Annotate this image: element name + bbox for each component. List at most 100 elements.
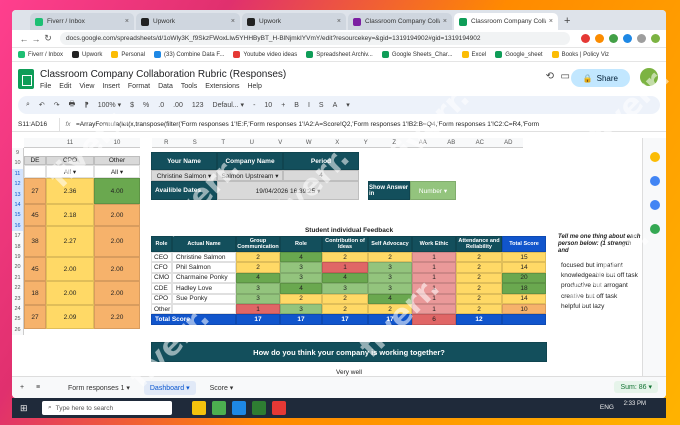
row-header[interactable]: 13 <box>12 189 24 200</box>
browser-tab[interactable]: Fiverr / Inbox × <box>30 13 134 30</box>
new-tab-icon[interactable]: + <box>564 15 570 27</box>
score-cell[interactable]: 2 <box>368 304 412 315</box>
role-cell[interactable]: CDE <box>151 283 172 294</box>
bookmark-item[interactable]: Upwork <box>72 51 102 58</box>
score-cell[interactable]: 4 <box>280 283 322 294</box>
score-cell[interactable]: 3 <box>368 272 412 284</box>
column-total-cell[interactable]: 12 <box>456 314 502 325</box>
row-header[interactable]: 18 <box>12 241 24 252</box>
column-total-cell[interactable]: 17 <box>368 314 412 325</box>
app-icon[interactable] <box>272 401 286 415</box>
row-header[interactable]: 22 <box>12 283 24 294</box>
share-button[interactable]: 🔒 Share <box>570 69 630 87</box>
toolbar-button[interactable]: ↷ <box>54 101 60 109</box>
left-table-value[interactable]: 27 <box>24 178 46 204</box>
clock[interactable]: 2:33 PM <box>624 400 646 408</box>
column-header[interactable]: X <box>323 138 352 148</box>
left-table-value[interactable]: 2.00 <box>46 257 94 281</box>
score-cell[interactable]: 3 <box>368 262 412 273</box>
filter-dropdown[interactable]: All ▾ <box>94 165 140 178</box>
feedback-header[interactable]: Role <box>280 236 322 252</box>
score-cell[interactable]: 2 <box>456 262 502 273</box>
score-cell[interactable]: 4 <box>280 252 322 263</box>
extension-icon[interactable] <box>609 34 618 43</box>
column-header[interactable]: 10 <box>94 138 140 148</box>
feedback-header[interactable]: Work Ethic <box>412 236 456 252</box>
row-header[interactable]: 15 <box>12 210 24 221</box>
feedback-header[interactable]: Total Score <box>502 236 546 252</box>
url-input[interactable]: docs.google.com/spreadsheets/d/1oWly3K_f… <box>60 32 570 45</box>
score-cell[interactable]: 1 <box>412 262 456 273</box>
left-table-value[interactable]: 2.00 <box>94 281 140 305</box>
score-cell[interactable]: 2 <box>236 252 280 263</box>
total-score-label[interactable]: Total Score <box>151 314 236 325</box>
column-header[interactable]: AA <box>408 138 437 148</box>
toolbar-button[interactable]: .0 <box>158 102 164 109</box>
extension-icon[interactable] <box>581 34 590 43</box>
sheet-tab[interactable]: Form responses 1 ▾ <box>68 381 130 395</box>
menu-item[interactable]: Edit <box>59 83 71 90</box>
browser-tab[interactable]: Classroom Company Colla × <box>348 13 452 30</box>
score-cell[interactable]: 1 <box>412 304 456 315</box>
column-header[interactable]: S <box>180 138 209 148</box>
bookmark-item[interactable]: Youtube video ideas <box>233 51 297 58</box>
score-cell[interactable]: 2 <box>236 262 280 273</box>
toolbar-button[interactable]: - <box>253 102 255 109</box>
filter-dropdown[interactable]: All ▾ <box>46 165 94 178</box>
score-cell[interactable]: 3 <box>280 272 322 284</box>
browser-tab[interactable]: Upwork × <box>242 13 346 30</box>
file-explorer-icon[interactable] <box>192 401 206 415</box>
left-table-header[interactable]: DE <box>24 156 46 165</box>
row-header[interactable]: 25 <box>12 314 24 325</box>
toolbar-button[interactable]: 123 <box>192 102 204 109</box>
forward-icon[interactable]: → <box>30 34 42 44</box>
toolbar-button[interactable]: % <box>143 102 149 109</box>
row-header[interactable]: 24 <box>12 304 24 315</box>
menu-item[interactable]: Data <box>158 83 173 90</box>
column-header[interactable]: T <box>209 138 238 148</box>
panel-dropdown[interactable]: 4 <box>283 170 359 181</box>
toolbar-button[interactable]: B <box>294 102 299 109</box>
column-header[interactable]: Y <box>351 138 380 148</box>
bookmark-item[interactable]: Fiverr / Inbox <box>18 51 63 58</box>
formula-input[interactable]: =ArrayFormula(let(x,transpose(filter('Fo… <box>76 121 666 128</box>
column-header[interactable]: Z <box>380 138 409 148</box>
score-cell[interactable]: 4 <box>236 272 280 284</box>
score-cell[interactable]: 2 <box>368 252 412 263</box>
row-header[interactable]: 17 <box>12 231 24 242</box>
score-cell[interactable]: 3 <box>236 293 280 304</box>
company-question-title[interactable]: How do you think your company is working… <box>151 342 547 362</box>
score-cell[interactable]: 4 <box>368 293 412 304</box>
column-header[interactable]: U <box>237 138 266 148</box>
feedback-header[interactable]: Role <box>151 236 172 252</box>
menu-item[interactable]: View <box>79 83 94 90</box>
menu-item[interactable]: Insert <box>102 83 120 90</box>
left-table-value[interactable]: 2.09 <box>46 305 94 329</box>
score-cell[interactable]: 3 <box>236 283 280 294</box>
score-cell[interactable]: 1 <box>236 304 280 315</box>
feedback-header[interactable]: Attendance and Reliability <box>456 236 502 252</box>
excel-icon[interactable] <box>252 401 266 415</box>
taskbar-search-input[interactable]: ⌕ Type here to search <box>42 401 172 415</box>
left-table-value[interactable]: 27 <box>24 305 46 329</box>
name-cell[interactable]: Hadley Love <box>172 283 236 294</box>
role-cell[interactable]: CMO <box>151 272 172 284</box>
total-score-cell[interactable]: 14 <box>502 262 546 273</box>
row-header[interactable]: 10 <box>12 158 24 169</box>
all-sheets-icon[interactable]: ≡ <box>36 384 40 391</box>
side-note-item[interactable]: knowledgeable but off task <box>558 270 642 281</box>
toolbar-button[interactable]: I <box>308 102 310 109</box>
row-header[interactable]: 9 <box>12 148 24 159</box>
name-cell[interactable]: Charmaine Ponky <box>172 272 236 284</box>
total-score-cell[interactable]: 14 <box>502 293 546 304</box>
tasks-icon[interactable] <box>649 176 660 186</box>
left-table-value[interactable]: 2.00 <box>94 226 140 257</box>
column-header[interactable]: 11 <box>46 138 94 148</box>
toolbar-button[interactable]: ⁋ <box>84 101 88 109</box>
bookmark-item[interactable]: Books | Policy Viz <box>551 51 609 58</box>
panel-dropdown[interactable]: Salmon Upstream ▾ <box>217 170 283 181</box>
score-cell[interactable]: 2 <box>322 293 368 304</box>
name-cell[interactable]: Phil Salmon <box>172 262 236 273</box>
score-cell[interactable]: 2 <box>322 252 368 263</box>
toolbar-button[interactable]: + <box>281 102 285 109</box>
